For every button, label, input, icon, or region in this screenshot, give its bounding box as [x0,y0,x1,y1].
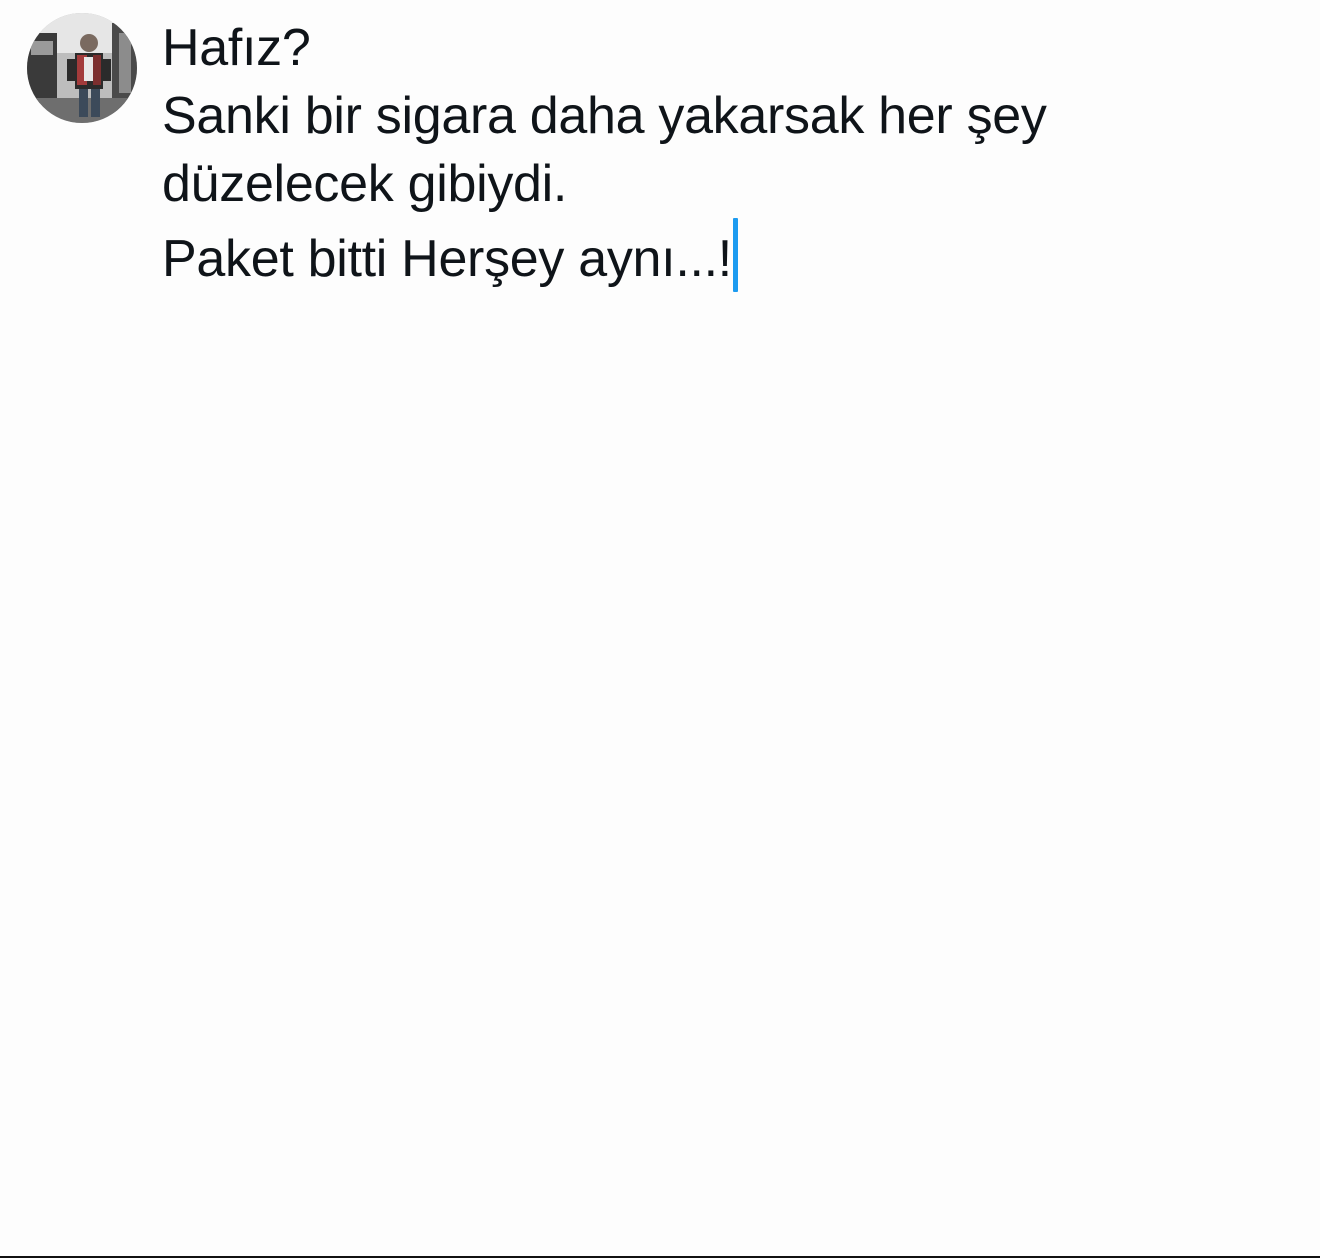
tweet-text-line-1: Hafız? [162,19,311,77]
tweet-compose-screen: Hafız? Sanki bir sigara daha yakarsak he… [0,0,1320,1258]
tweet-text-line-4-content: Paket bitti Herşey aynı...! [162,230,732,288]
avatar[interactable] [27,13,137,123]
tweet-text-line-4: Paket bitti Herşey aynı...! [162,218,1262,293]
tweet-text-line-2: Sanki bir sigara daha yakarsak her şey [162,87,1047,145]
avatar-photo [27,13,137,123]
tweet-text-input[interactable]: Hafız? Sanki bir sigara daha yakarsak he… [162,14,1262,293]
text-caret [732,218,738,292]
tweet-text-line-3: düzelecek gibiydi. [162,155,568,213]
